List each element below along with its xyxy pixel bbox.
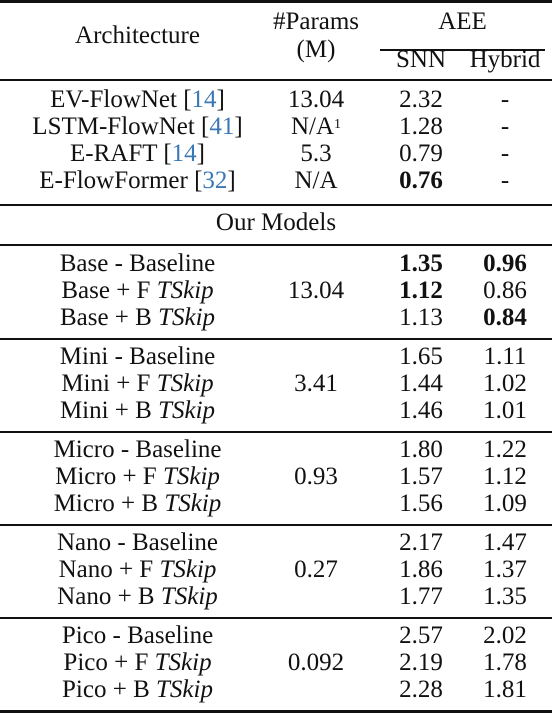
table-cell-hybrid: 0.96	[483, 250, 527, 277]
group-params: 13.04	[287, 277, 345, 304]
group-rule	[0, 617, 552, 619]
group-rule	[0, 524, 552, 526]
table-row-architecture: Pico + F TSkip	[0, 650, 275, 676]
params-value: 5.3	[300, 140, 332, 167]
group-rule	[0, 431, 552, 433]
variant-name: Mini - Baseline	[59, 343, 216, 370]
tskip-label: TSkip	[164, 490, 222, 517]
bottom-rule	[0, 710, 552, 713]
table-cell-hybrid: -	[500, 86, 510, 113]
tskip-label: TSkip	[158, 397, 216, 424]
table-cell-hybrid: -	[500, 113, 510, 140]
table-row-architecture: Nano + F TSkip	[0, 557, 275, 583]
table-row-architecture: Mini - Baseline	[0, 344, 275, 370]
params-value: N/A	[290, 113, 335, 140]
citation-link[interactable]: 41	[209, 113, 234, 140]
tskip-label: TSkip	[158, 304, 216, 331]
params-value: 13.04	[287, 86, 345, 113]
params-value: N/A	[294, 167, 338, 194]
table-row-architecture: Mini + F TSkip	[0, 371, 275, 397]
variant-name: Pico + F	[63, 649, 155, 676]
group-params: 0.93	[294, 463, 338, 490]
model-name: E-RAFT	[70, 140, 158, 167]
tskip-label: TSkip	[162, 463, 220, 490]
section-rule-top	[0, 204, 552, 206]
tskip-label: TSkip	[156, 277, 214, 304]
variant-name: Mini + F	[61, 370, 157, 397]
table-cell-hybrid: 1.81	[483, 676, 527, 703]
table-row-architecture: LSTM-FlowNet [41]	[32, 113, 243, 140]
table-row-architecture: Pico - Baseline	[0, 623, 275, 649]
table-cell-hybrid: 1.02	[483, 370, 527, 397]
table-row-architecture: Base + B TSkip	[0, 305, 275, 331]
table-cell-hybrid: 1.11	[483, 343, 527, 370]
variant-name: Base + B	[59, 304, 159, 331]
variant-name: Base - Baseline	[59, 250, 216, 277]
tskip-label: TSkip	[154, 649, 212, 676]
table-row-architecture: Pico + B TSkip	[0, 677, 275, 703]
table-row-architecture: EV-FlowNet [14]	[50, 86, 225, 113]
variant-name: Micro - Baseline	[53, 436, 222, 463]
model-name: E-FlowFormer	[39, 167, 188, 194]
variant-name: Base + F	[61, 277, 157, 304]
table-cell-hybrid: 1.35	[483, 583, 527, 610]
table-cell-hybrid: 1.09	[483, 490, 527, 517]
header-hybrid: Hybrid	[469, 46, 541, 73]
table-row-architecture: E-RAFT [14]	[70, 140, 205, 167]
footnote-marker: 1	[334, 117, 342, 132]
tskip-label: TSkip	[160, 583, 218, 610]
table-cell-hybrid: 1.47	[483, 529, 527, 556]
tskip-label: TSkip	[159, 556, 217, 583]
variant-name: Nano - Baseline	[56, 529, 219, 556]
table-cell-hybrid: 1.01	[483, 397, 527, 424]
table-cell-hybrid: 0.86	[483, 277, 527, 304]
group-params: 0.27	[294, 556, 338, 583]
table-cell-hybrid: 0.84	[483, 304, 527, 331]
table-cell-hybrid: 1.22	[483, 436, 527, 463]
model-name: LSTM-FlowNet	[32, 113, 195, 140]
variant-name: Micro + B	[53, 490, 165, 517]
top-rule	[0, 0, 552, 3]
group-rule	[0, 338, 552, 340]
variant-name: Micro + F	[55, 463, 163, 490]
header-params: #Params	[272, 8, 360, 35]
variant-name: Pico - Baseline	[61, 622, 214, 649]
citation-link[interactable]: 14	[192, 86, 217, 113]
table-row-architecture: Micro + F TSkip	[0, 464, 275, 490]
table-row-architecture: Base - Baseline	[0, 251, 275, 277]
table-row-architecture: Base + F TSkip	[0, 278, 275, 304]
tskip-label: TSkip	[156, 676, 213, 703]
variant-name: Mini + B	[59, 397, 159, 424]
table-row-architecture: Micro + B TSkip	[0, 491, 275, 517]
header-aee: AEE	[438, 8, 487, 35]
table-cell-hybrid: 1.78	[483, 649, 527, 676]
table-cell-hybrid: 1.12	[483, 463, 527, 490]
variant-name: Nano + B	[57, 583, 161, 610]
variant-name: Pico + B	[62, 676, 157, 703]
tskip-label: TSkip	[156, 370, 214, 397]
table-cell-hybrid: 2.02	[483, 622, 527, 649]
citation-link[interactable]: 14	[172, 140, 197, 167]
table-row-architecture: Mini + B TSkip	[0, 398, 275, 424]
variant-name: Nano + F	[58, 556, 160, 583]
results-table: Architecture #Params (M) AEE SNN Hybrid …	[0, 0, 552, 714]
table-cell-hybrid: -	[500, 167, 510, 194]
header-architecture: Architecture	[75, 22, 200, 49]
group-params: 3.41	[294, 370, 338, 397]
group-params: 0.092	[287, 649, 345, 676]
table-row-architecture: Nano + B TSkip	[0, 584, 275, 610]
header-rule	[0, 79, 552, 81]
table-cell-hybrid: 1.37	[483, 556, 527, 583]
table-row-architecture: Nano - Baseline	[0, 530, 275, 556]
section-title-our-models: Our Models	[215, 209, 337, 236]
model-name: EV-FlowNet	[50, 86, 177, 113]
citation-link[interactable]: 32	[202, 167, 227, 194]
table-row-architecture: E-FlowFormer [32]	[39, 167, 236, 194]
section-rule-bottom	[0, 244, 552, 246]
table-row-architecture: Micro - Baseline	[0, 437, 275, 463]
table-cell-hybrid: -	[500, 140, 510, 167]
